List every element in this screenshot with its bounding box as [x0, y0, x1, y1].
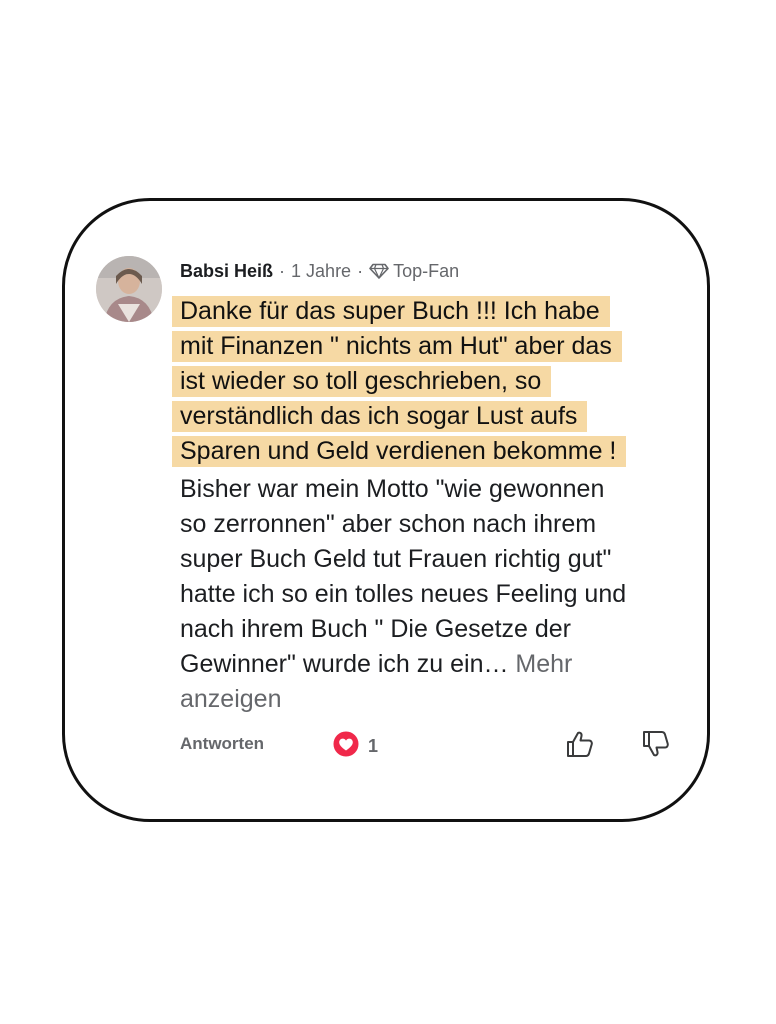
avatar[interactable] — [96, 256, 162, 322]
highlighted-line: mit Finanzen " nichts am Hut" aber das — [172, 331, 622, 362]
comment-line: Bisher war mein Motto "wie gewonnen — [180, 475, 605, 503]
highlighted-line: Sparen und Geld verdienen bekomme ! — [172, 436, 627, 467]
separator: · — [357, 260, 364, 281]
show-more-link[interactable]: Mehr — [515, 650, 572, 678]
comment-line: so zerronnen" aber schon nach ihrem — [180, 510, 597, 538]
heart-icon — [332, 730, 360, 763]
reaction-summary[interactable]: 1 — [332, 730, 378, 763]
highlighted-line: verständlich das ich sogar Lust aufs — [172, 401, 588, 432]
thumbs-up-icon[interactable] — [564, 728, 596, 760]
author-name[interactable]: Babsi Heiß — [180, 261, 273, 282]
reply-button[interactable]: Antworten — [180, 734, 264, 754]
thumbs-down-icon[interactable] — [640, 728, 672, 760]
comment-body: Bisher war mein Motto "wie gewonnen so z… — [180, 472, 700, 717]
top-fan-badge: Top-Fan — [393, 260, 460, 281]
comment-actions: Antworten 1 — [180, 728, 670, 764]
comment-last-text: Gewinner" wurde ich zu ein… — [180, 650, 509, 678]
separator: · — [279, 260, 286, 281]
comment-line: hatte ich so ein tolles neues Feeling un… — [180, 580, 627, 608]
highlighted-line: ist wieder so toll geschrieben, so — [172, 366, 552, 397]
diamond-icon — [369, 263, 389, 279]
reaction-count: 1 — [368, 736, 379, 756]
comment-line: nach ihrem Buch " Die Gesetze der — [180, 615, 572, 643]
comment-meta: Babsi Heiß · 1 Jahre · Top-Fan — [180, 259, 459, 283]
comment-line: super Buch Geld tut Frauen richtig gut" — [180, 545, 612, 573]
highlighted-line: Danke für das super Buch !!! Ich habe — [172, 296, 610, 327]
show-more-link[interactable]: anzeigen — [180, 682, 700, 717]
comment-time[interactable]: 1 Jahre — [291, 261, 351, 282]
highlighted-text: Danke für das super Buch !!! Ich habe mi… — [172, 296, 712, 471]
comment-line: Gewinner" wurde ich zu ein… Mehr — [180, 647, 700, 682]
